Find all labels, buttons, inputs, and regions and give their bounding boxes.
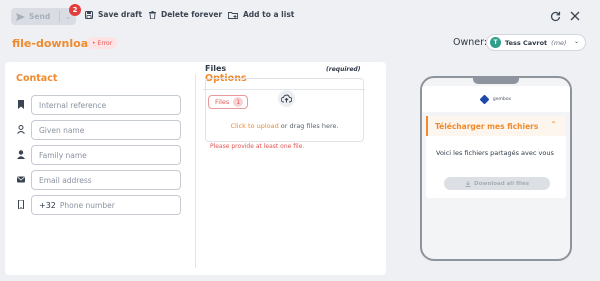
phone-notch (473, 78, 519, 84)
mobile-preview: gembox Télécharger mes fichiers ^ Voici … (420, 76, 572, 261)
family-name-field[interactable]: Family name (31, 145, 181, 165)
gembox-logo-icon (479, 94, 490, 104)
internal-reference-field[interactable]: Internal reference (31, 95, 181, 115)
delete-forever-button[interactable]: Delete forever (149, 10, 222, 19)
status-dot-icon: • (92, 39, 96, 47)
required-label: (required) (326, 66, 361, 73)
delete-forever-label: Delete forever (161, 10, 223, 19)
trash-icon (149, 10, 156, 19)
divider (195, 74, 196, 268)
status-label: Error (97, 39, 113, 47)
preview-card: Télécharger mes fichiers ^ Voici les fic… (426, 116, 566, 198)
drag-files-text: or drag files here. (278, 122, 339, 130)
given-name-field[interactable]: Given name (31, 120, 181, 140)
family-name-row: Family name (17, 145, 185, 165)
send-button-group[interactable]: Send ⌄ (11, 8, 76, 25)
toolbar: Send ⌄ 2 Save draft Delete forever Add t… (0, 0, 600, 32)
download-all-label: Download all files (474, 180, 529, 187)
download-all-button[interactable]: Download all files (444, 177, 550, 190)
phone-prefix: +32 (39, 200, 56, 210)
phone-row: +32 Phone number (17, 195, 185, 215)
bookmark-icon (18, 100, 24, 109)
cloud-upload-icon (278, 90, 295, 107)
owner-select[interactable]: T Tess Cavrot (me) ⌄ (486, 34, 586, 51)
save-icon (85, 10, 93, 19)
page-title: file-download (12, 37, 96, 50)
file-error-message: Please provide at least one file. (210, 143, 305, 150)
dropzone-text: Click to upload or drag files here. (206, 122, 363, 130)
add-to-list-icon (228, 11, 238, 19)
owner-label: Owner: (453, 37, 488, 48)
chevron-down-icon: ⌄ (573, 38, 579, 45)
owner-me-tag: (me) (551, 38, 567, 47)
internal-reference-row: Internal reference (17, 95, 185, 115)
phone-placeholder: Phone number (59, 200, 115, 210)
mail-icon (17, 176, 25, 183)
owner-name: Tess Cavrot (505, 38, 548, 47)
save-draft-button[interactable]: Save draft (85, 10, 142, 19)
brand-name: gembox (492, 96, 512, 102)
add-to-list-button[interactable]: Add to a list (228, 10, 294, 19)
preview-header: gembox (422, 86, 570, 112)
contact-section-title: Contact (16, 73, 58, 84)
file-dropzone[interactable]: Click to upload or drag files here. (205, 78, 364, 142)
email-row: Email address (17, 170, 185, 190)
send-count-badge: 2 (69, 4, 81, 16)
preview-card-text: Voici les fichiers partagés avec vous (436, 149, 554, 157)
phone-icon (18, 200, 24, 209)
click-to-upload-link[interactable]: Click to upload (230, 122, 278, 130)
user-outline-icon (17, 125, 25, 134)
preview-card-title: Télécharger mes fichiers (435, 121, 539, 131)
given-name-row: Given name (17, 120, 185, 140)
status-badge: • Error (87, 37, 118, 49)
user-solid-icon (17, 150, 25, 159)
preview-card-header[interactable]: Télécharger mes fichiers ^ (426, 116, 566, 136)
close-icon[interactable] (568, 9, 582, 23)
chevron-up-icon: ^ (550, 121, 556, 128)
send-button[interactable]: Send (11, 12, 59, 21)
avatar: T (490, 37, 501, 48)
send-icon (16, 12, 25, 21)
add-to-list-label: Add to a list (243, 10, 295, 19)
refresh-icon[interactable] (548, 9, 562, 23)
phone-field[interactable]: +32 Phone number (31, 195, 181, 215)
save-draft-label: Save draft (98, 10, 143, 19)
files-field-label: Files (205, 64, 227, 73)
email-field[interactable]: Email address (31, 170, 181, 190)
download-icon (465, 180, 471, 187)
send-label: Send (29, 12, 51, 21)
